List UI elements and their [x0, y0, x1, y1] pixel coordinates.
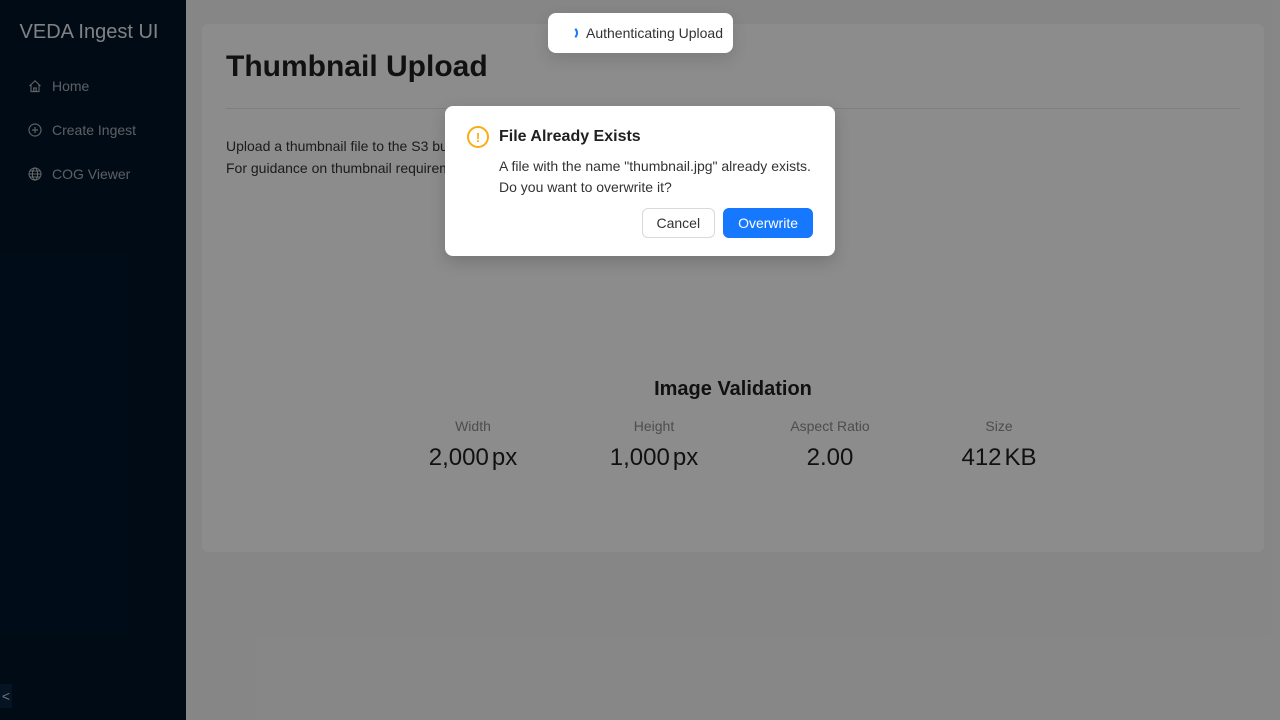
confirm-modal: ! File Already Exists A file with the na… [445, 106, 835, 256]
modal-actions: Cancel Overwrite [641, 208, 813, 238]
overwrite-button[interactable]: Overwrite [723, 208, 813, 238]
spinner-icon [564, 26, 578, 40]
loading-message: Authenticating Upload [548, 13, 733, 53]
exclamation-circle-icon: ! [467, 126, 489, 148]
modal-header: ! File Already Exists [467, 126, 813, 148]
loading-message-text: Authenticating Upload [586, 25, 723, 41]
modal-body: A file with the name "thumbnail.jpg" alr… [499, 158, 811, 195]
cancel-button[interactable]: Cancel [641, 208, 716, 238]
modal-title: File Already Exists [499, 128, 641, 145]
